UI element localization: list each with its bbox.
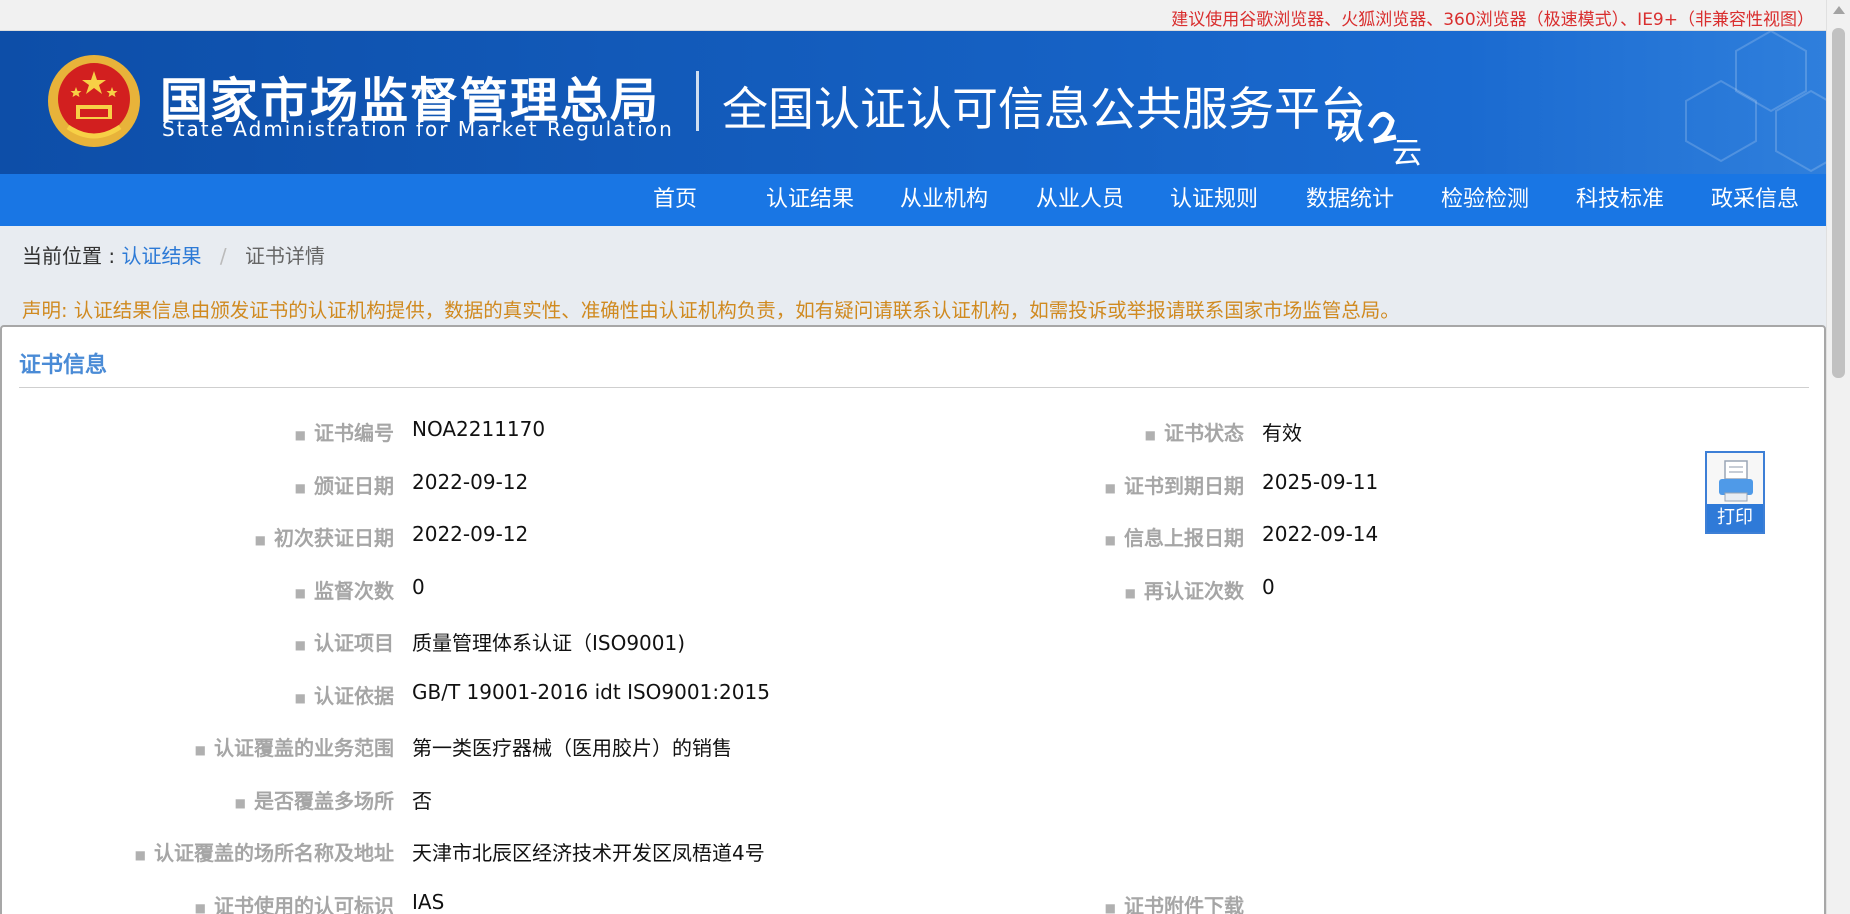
label-first-issue-date: ■ 初次获证日期 — [254, 526, 394, 550]
browser-notice-bar: 建议使用谷歌浏览器、火狐浏览器、360浏览器（极速模式）、IE9+（非兼容性视图… — [0, 0, 1826, 31]
label-recert-count: ■ 再认证次数 — [1124, 579, 1244, 603]
print-button[interactable]: 打印 — [1705, 451, 1765, 534]
value-cert-project: 质量管理体系认证（ISO9001) — [412, 631, 686, 655]
value-business-scope: 第一类医疗器械（医用胶片）的销售 — [412, 736, 732, 760]
platform-title: 全国认证认可信息公共服务平台 — [722, 82, 1366, 136]
org-name-en: State Administration for Market Regulati… — [162, 117, 674, 141]
svg-text:认: 认 — [1330, 108, 1364, 148]
label-surveillance-count: ■ 监督次数 — [294, 579, 394, 603]
nav-standards[interactable]: 科技标准 — [1576, 174, 1664, 226]
value-surveillance-count: 0 — [412, 575, 425, 599]
label-cert-basis: ■ 认证依据 — [294, 684, 394, 708]
breadcrumb-separator: / — [219, 244, 227, 268]
value-expiry-date: 2025-09-11 — [1262, 470, 1379, 494]
browser-notice: 建议使用谷歌浏览器、火狐浏览器、360浏览器（极速模式）、IE9+（非兼容性视图… — [1171, 10, 1814, 30]
label-report-date: ■ 信息上报日期 — [1104, 526, 1244, 550]
renzhengyun-logo-icon: 认 云 — [1330, 108, 1422, 169]
nav-practitioners[interactable]: 从业人员 — [1036, 174, 1124, 226]
breadcrumb-current: 证书详情 — [244, 244, 325, 268]
hexagon-decoration — [1685, 31, 1826, 173]
site-header: 国家市场监督管理总局 State Administration for Mark… — [0, 31, 1826, 174]
value-site-address: 天津市北辰区经济技术开发区凤梧道4号 — [412, 841, 765, 865]
value-first-issue-date: 2022-09-12 — [412, 522, 529, 546]
breadcrumb-link-cert-results[interactable]: 认证结果 — [121, 244, 201, 268]
label-cert-project: ■ 认证项目 — [294, 631, 394, 655]
value-issue-date: 2022-09-12 — [412, 470, 529, 494]
value-report-date: 2022-09-14 — [1262, 522, 1379, 546]
card-divider — [19, 387, 1809, 388]
card-title: 证书信息 — [19, 353, 108, 378]
svg-text:云: 云 — [1392, 136, 1422, 169]
label-business-scope: ■ 认证覆盖的业务范围 — [194, 736, 394, 760]
label-accreditation-mark: ■ 证书使用的认可标识 — [194, 894, 394, 914]
nav-statistics[interactable]: 数据统计 — [1306, 174, 1394, 226]
value-accreditation-mark: IAS — [412, 890, 445, 914]
label-issue-date: ■ 颁证日期 — [294, 474, 394, 498]
label-multi-site: ■ 是否覆盖多场所 — [234, 789, 394, 813]
value-cert-status: 有效 — [1262, 421, 1302, 445]
nav-cert-results[interactable]: 认证结果 — [766, 174, 854, 226]
nav-cert-rules[interactable]: 认证规则 — [1170, 174, 1258, 226]
label-attachment-download: ■ 证书附件下载 — [1104, 894, 1244, 914]
value-recert-count: 0 — [1262, 575, 1275, 599]
value-cert-basis: GB/T 19001-2016 idt ISO9001:2015 — [412, 680, 770, 704]
disclaimer-text: 声明: 认证结果信息由颁发证书的认证机构提供，数据的真实性、准确性由认证机构负责… — [22, 299, 1400, 322]
value-multi-site: 否 — [412, 789, 432, 813]
nav-inspection[interactable]: 检验检测 — [1441, 174, 1529, 226]
printer-icon — [1719, 460, 1753, 502]
breadcrumb: 当前位置 : 认证结果 / 证书详情 — [22, 240, 325, 269]
header-divider — [696, 71, 699, 131]
nav-home[interactable]: 首页 — [653, 174, 697, 226]
label-site-address: ■ 认证覆盖的场所名称及地址 — [134, 841, 394, 865]
nav-procurement[interactable]: 政采信息 — [1711, 174, 1799, 226]
label-cert-number: ■ 证书编号 — [294, 421, 394, 445]
main-nav: 首页 认证结果 从业机构 从业人员 认证规则 数据统计 检验检测 科技标准 政采… — [0, 174, 1826, 226]
scroll-up-arrow-icon[interactable] — [1833, 6, 1845, 14]
nav-institutions[interactable]: 从业机构 — [900, 174, 988, 226]
certificate-info-card: 证书信息 ■ 证书编号 NOA2211170 ■ 颁证日期 2022-09-12 ■… — [0, 325, 1826, 914]
breadcrumb-prefix: 当前位置 : — [22, 244, 116, 268]
page-scrollbar[interactable] — [1826, 0, 1850, 914]
scrollbar-thumb[interactable] — [1832, 28, 1845, 378]
label-cert-status: ■ 证书状态 — [1144, 421, 1244, 445]
national-emblem-icon — [48, 55, 140, 147]
label-expiry-date: ■ 证书到期日期 — [1104, 474, 1244, 498]
value-cert-number: NOA2211170 — [412, 417, 546, 441]
print-label: 打印 — [1707, 504, 1763, 532]
